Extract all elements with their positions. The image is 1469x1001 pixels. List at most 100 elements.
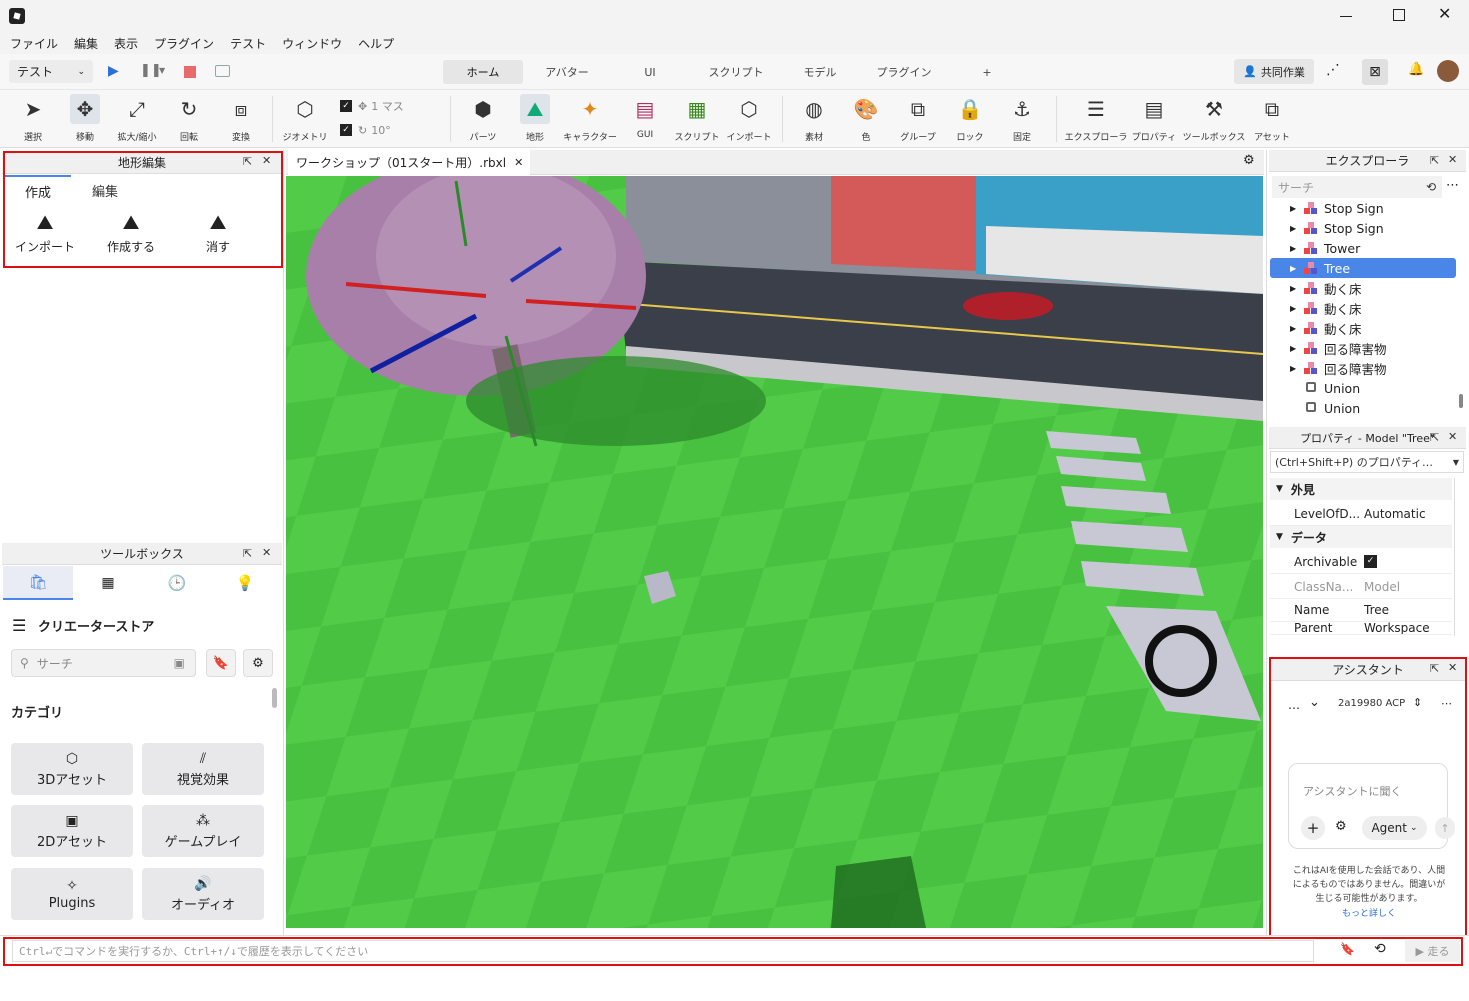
explorer-item[interactable]: ▶ 動く床: [1270, 298, 1456, 318]
archivable-checkbox[interactable]: ✓: [1364, 555, 1377, 568]
toolbox-search-input[interactable]: ⚲ サーチ ▣: [11, 649, 196, 677]
expand-arrow-icon[interactable]: ▶: [1290, 324, 1300, 333]
category-audio[interactable]: 🔊 オーディオ: [142, 868, 264, 920]
undock-icon[interactable]: ⇱: [243, 547, 252, 560]
explorer-item[interactable]: ▶ Tree: [1270, 258, 1456, 278]
viewport-settings-icon[interactable]: ⚙: [1243, 153, 1255, 168]
properties-filter-input[interactable]: (Ctrl+Shift+P) のプロパティ… ▼: [1270, 451, 1464, 473]
expand-arrow-icon[interactable]: ▶: [1290, 284, 1300, 293]
undock-icon[interactable]: ⇱: [1430, 154, 1439, 167]
send-icon[interactable]: ↑: [1435, 817, 1455, 839]
menu-edit[interactable]: 編集: [74, 35, 98, 52]
expand-arrow-icon[interactable]: ▶: [1290, 304, 1300, 313]
properties-section-data[interactable]: ▼ データ: [1270, 526, 1452, 548]
category-3d-assets[interactable]: ⬡ 3Dアセット: [11, 743, 133, 795]
image-search-icon[interactable]: ▣: [174, 656, 185, 670]
close-icon[interactable]: ✕: [1448, 430, 1457, 443]
tab-plugins[interactable]: プラグイン: [866, 60, 942, 84]
explorer-more-icon[interactable]: ⋯: [1446, 178, 1459, 193]
toolbox-tool[interactable]: ⚒ ツールボックス: [1183, 94, 1246, 143]
script-tool[interactable]: ▦ スクリプト: [672, 94, 722, 143]
viewport-3d[interactable]: [286, 176, 1263, 928]
category-2d-assets[interactable]: ▣ 2Dアセット: [11, 805, 133, 857]
toolbox-tab-inventory[interactable]: ▦: [73, 566, 143, 600]
minimize-icon[interactable]: [1340, 9, 1354, 23]
properties-scrollbar[interactable]: [1454, 478, 1464, 636]
hamburger-icon[interactable]: ☰: [12, 616, 26, 635]
property-row[interactable]: Parent Workspace: [1270, 621, 1452, 635]
material-tool[interactable]: ◍ 素材: [789, 94, 839, 143]
property-row[interactable]: ClassNa... Model: [1270, 575, 1452, 599]
terrain-clear-button[interactable]: ⛰ 消す: [183, 210, 253, 264]
scale-tool[interactable]: ⤢ 拡大/縮小: [112, 94, 162, 143]
command-input[interactable]: Ctrl↵でコマンドを実行するか、Ctrl+↑/↓で履歴を表示してください: [12, 940, 1314, 962]
play-icon[interactable]: ▶: [108, 63, 119, 79]
property-row[interactable]: Archivable ✓: [1270, 550, 1452, 574]
chevron-down-icon[interactable]: ▼: [159, 66, 165, 75]
expand-arrow-icon[interactable]: ▶: [1290, 244, 1300, 253]
expand-arrow-icon[interactable]: ▶: [1290, 204, 1300, 213]
rotate-step-checkbox[interactable]: ✓: [340, 124, 352, 136]
select-tool[interactable]: ➤ 選択: [8, 94, 58, 143]
tab-create[interactable]: 作成: [5, 175, 71, 205]
part-tool[interactable]: ⬢ パーツ: [458, 94, 508, 143]
expand-arrow-icon[interactable]: ▶: [1290, 264, 1300, 273]
agent-mode-select[interactable]: Agent ⌄: [1362, 816, 1427, 840]
menu-test[interactable]: テスト: [230, 35, 266, 52]
assistant-history-icon[interactable]: …: [1288, 698, 1300, 712]
terrain-import-button[interactable]: ⛰ インポート: [10, 210, 80, 264]
chevron-down-icon[interactable]: ⌄: [1309, 695, 1320, 710]
transform-tool[interactable]: ⧈ 変換: [216, 94, 266, 143]
history-icon[interactable]: ⟲: [1426, 180, 1436, 194]
team-create-icon[interactable]: ⊠: [1362, 59, 1388, 85]
add-icon[interactable]: +: [1301, 816, 1325, 840]
explorer-item[interactable]: ▶ Stop Sign: [1270, 218, 1456, 238]
expand-arrow-icon[interactable]: ▶: [1290, 344, 1300, 353]
move-step-checkbox[interactable]: ✓: [340, 100, 352, 112]
expand-arrow-icon[interactable]: ▶: [1290, 364, 1300, 373]
gui-tool[interactable]: ▤ GUI: [620, 94, 670, 140]
menu-view[interactable]: 表示: [114, 35, 138, 52]
share-icon[interactable]: ⋰: [1326, 62, 1340, 78]
toolbox-tab-store[interactable]: 🛍: [3, 566, 73, 600]
explorer-item[interactable]: ▶ Tower: [1270, 238, 1456, 258]
explorer-item[interactable]: ▶ 動く床: [1270, 278, 1456, 298]
tab-home[interactable]: ホーム: [443, 60, 523, 84]
tab-edit[interactable]: 編集: [72, 175, 138, 205]
notification-bell-icon[interactable]: 🔔: [1408, 62, 1424, 77]
menu-window[interactable]: ウィンドウ: [282, 35, 342, 52]
menu-plugins[interactable]: プラグイン: [154, 35, 214, 52]
anchor-tool[interactable]: ⚓ 固定: [997, 94, 1047, 143]
filter-button[interactable]: ⚙: [243, 649, 273, 677]
property-row[interactable]: LevelOfD... Automatic: [1270, 502, 1452, 526]
close-icon[interactable]: ✕: [514, 156, 523, 169]
toolbox-tab-ideas[interactable]: 💡: [211, 566, 279, 600]
learn-more-link[interactable]: もっと詳しく: [1290, 906, 1448, 919]
category-visual-effects[interactable]: ⫽ 視覚効果: [142, 743, 264, 795]
property-row[interactable]: Name Tree: [1270, 598, 1452, 622]
close-icon[interactable]: ✕: [262, 154, 271, 167]
explorer-search-input[interactable]: サーチ ⟲: [1272, 176, 1442, 198]
explorer-scrollbar[interactable]: [1459, 394, 1463, 408]
avatar[interactable]: [1437, 60, 1459, 82]
viewport-tab[interactable]: ワークショップ（01スタート用）.rbxl ✕: [288, 150, 530, 175]
color-tool[interactable]: 🎨 色: [841, 94, 891, 143]
maximize-icon[interactable]: [1393, 9, 1405, 21]
expand-arrow-icon[interactable]: ▶: [1290, 224, 1300, 233]
assets-tool[interactable]: ⧉ アセット: [1247, 94, 1297, 143]
tab-ui[interactable]: UI: [620, 60, 680, 84]
rotate-step-field[interactable]: ↻ 10°: [358, 120, 440, 140]
explorer-item[interactable]: ▶ 回る障害物: [1270, 338, 1456, 358]
category-gameplay[interactable]: ⁂ ゲームプレイ: [142, 805, 264, 857]
explorer-item[interactable]: ▶ Stop Sign: [1270, 198, 1456, 218]
character-tool[interactable]: ✦ キャラクター: [563, 94, 617, 143]
rotate-tool[interactable]: ↻ 回転: [164, 94, 214, 143]
collab-button[interactable]: 👤 共同作業: [1234, 59, 1314, 84]
assistant-input-box[interactable]: アシスタントに聞く + ⚙ Agent ⌄ ↑: [1288, 763, 1455, 849]
run-command-button[interactable]: ▶ 走る: [1405, 940, 1460, 962]
group-tool[interactable]: ⧉ グループ: [893, 94, 943, 143]
tab-add[interactable]: +: [976, 60, 998, 84]
explorer-item[interactable]: ▶ 回る障害物: [1270, 358, 1456, 378]
close-icon[interactable]: ✕: [1438, 4, 1451, 23]
properties-section-appearance[interactable]: ▼ 外見: [1270, 478, 1452, 500]
